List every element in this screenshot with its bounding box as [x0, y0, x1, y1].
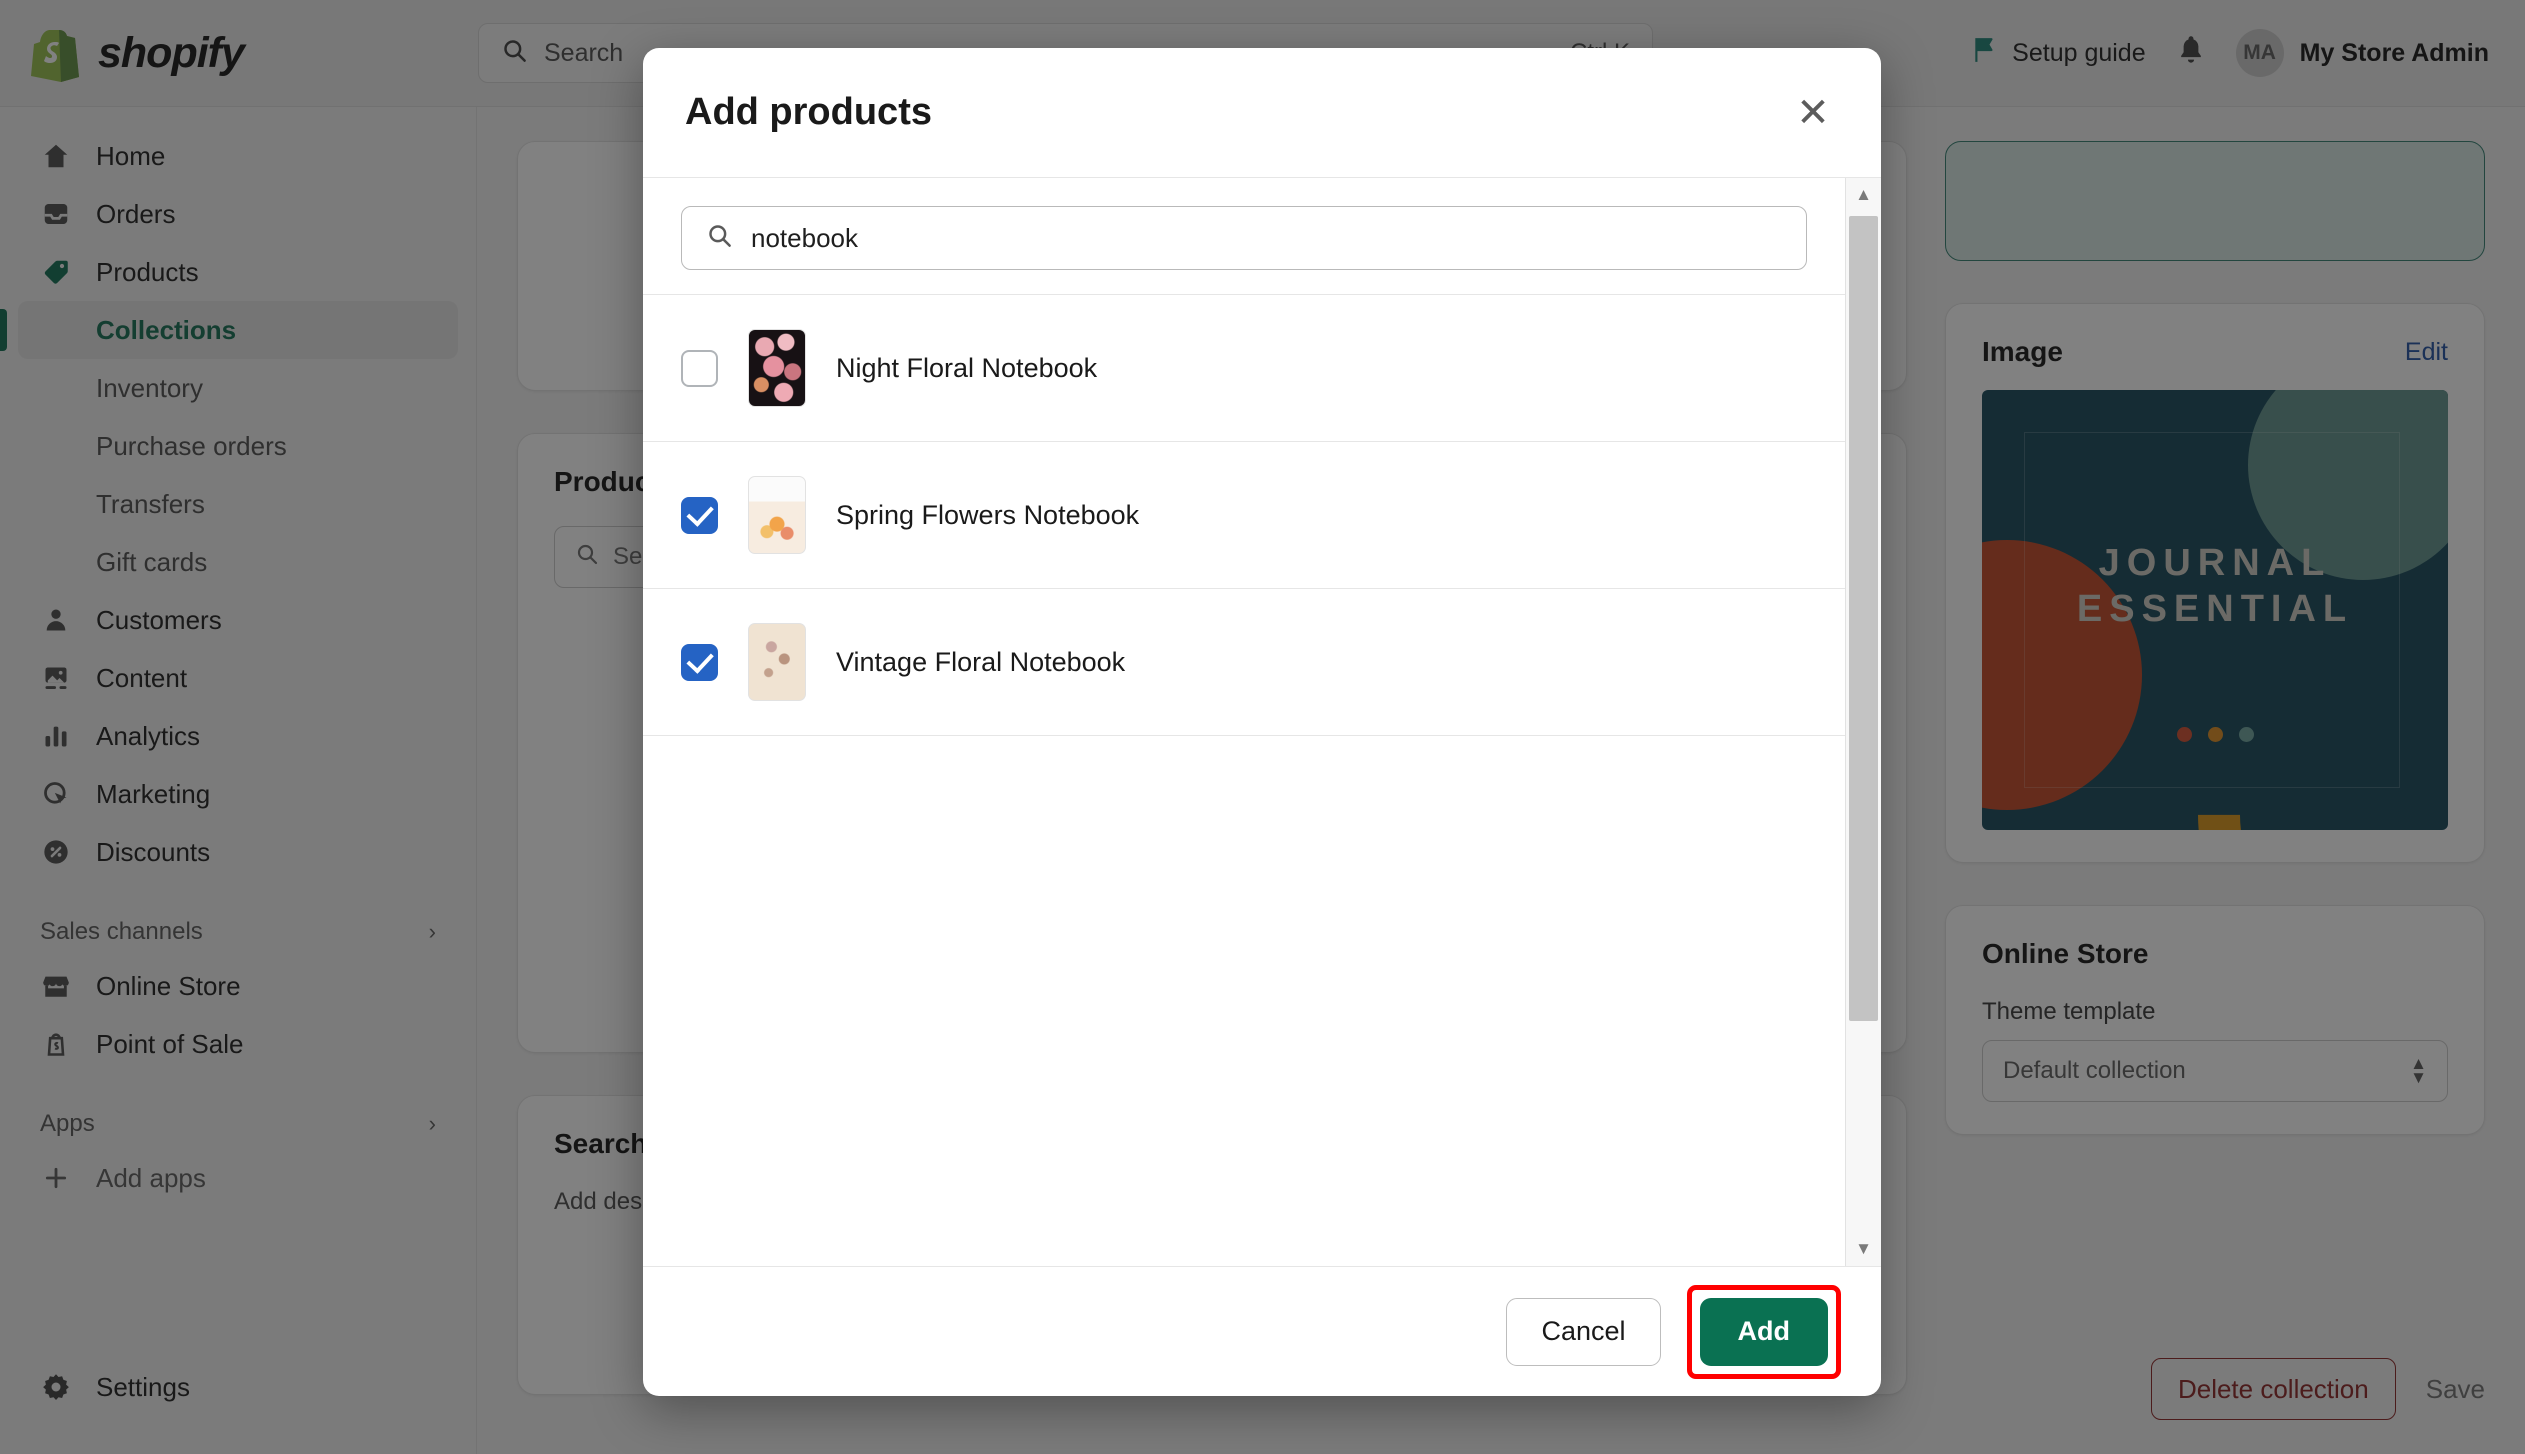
- product-thumbnail: [748, 476, 806, 554]
- product-search-value: notebook: [751, 222, 858, 253]
- scroll-down-arrow-icon[interactable]: ▼: [1846, 1232, 1881, 1266]
- scrollbar-thumb[interactable]: [1849, 216, 1878, 1021]
- product-row-night-floral-notebook[interactable]: Night Floral Notebook: [643, 295, 1845, 442]
- add-products-modal: Add products ✕ notebook Night Floral Not…: [643, 48, 1881, 1396]
- product-results-list: Night Floral Notebook Spring Flowers Not…: [643, 294, 1845, 736]
- product-name: Vintage Floral Notebook: [836, 646, 1126, 677]
- product-thumbnail: [748, 329, 806, 407]
- close-icon[interactable]: ✕: [1787, 87, 1839, 139]
- modal-header: Add products ✕: [643, 48, 1881, 178]
- modal-body: notebook Night Floral Notebook Spring Fl…: [643, 178, 1881, 1266]
- product-search-input[interactable]: notebook: [681, 206, 1807, 270]
- product-row-spring-flowers-notebook[interactable]: Spring Flowers Notebook: [643, 442, 1845, 589]
- scroll-up-arrow-icon[interactable]: ▲: [1846, 178, 1881, 212]
- product-name: Night Floral Notebook: [836, 352, 1098, 383]
- product-row-vintage-floral-notebook[interactable]: Vintage Floral Notebook: [643, 589, 1845, 736]
- modal-scrollbar[interactable]: ▲ ▼: [1845, 178, 1881, 1266]
- product-checkbox[interactable]: [681, 496, 718, 534]
- modal-footer: Cancel Add: [643, 1266, 1881, 1396]
- cancel-button[interactable]: Cancel: [1506, 1297, 1661, 1366]
- modal-scroll-area: notebook Night Floral Notebook Spring Fl…: [643, 178, 1845, 1266]
- product-name: Spring Flowers Notebook: [836, 499, 1140, 530]
- add-button-highlight: Add: [1686, 1284, 1841, 1379]
- modal-search-wrap: notebook: [643, 178, 1845, 294]
- product-checkbox[interactable]: [681, 349, 718, 387]
- product-checkbox[interactable]: [681, 643, 718, 681]
- modal-title: Add products: [685, 91, 932, 133]
- search-icon: [706, 222, 733, 254]
- scrollbar-track[interactable]: [1846, 212, 1881, 1232]
- product-thumbnail: [748, 623, 806, 701]
- add-button[interactable]: Add: [1699, 1297, 1828, 1366]
